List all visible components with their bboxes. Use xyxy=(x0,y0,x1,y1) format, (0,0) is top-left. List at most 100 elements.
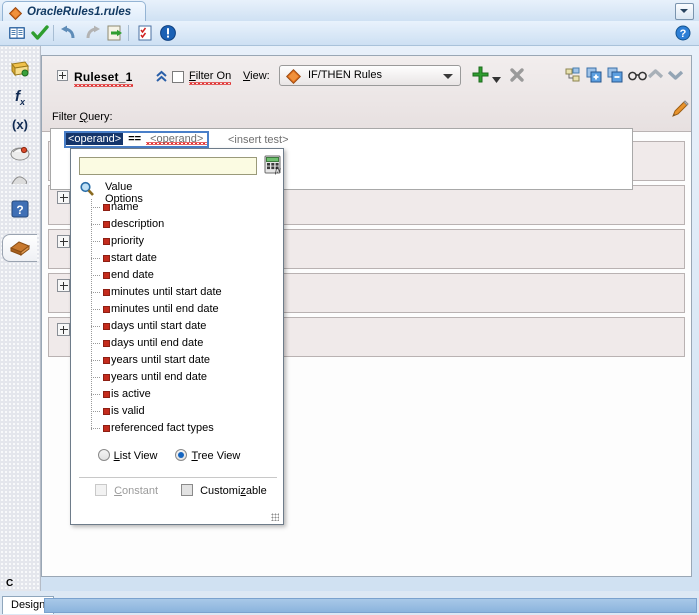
tree-branch-icon xyxy=(91,326,100,327)
filter-on-label: Filter On xyxy=(189,70,232,82)
resize-grip[interactable] xyxy=(271,513,279,521)
rules-diamond-icon xyxy=(285,68,302,87)
tree-item[interactable]: start date xyxy=(79,250,279,267)
property-node-icon xyxy=(103,204,110,211)
tree-item-label: minutes until start date xyxy=(111,286,222,298)
tree-branch-icon xyxy=(91,224,100,225)
ruleset-name: Ruleset_1 xyxy=(74,70,133,84)
tree-item[interactable]: name xyxy=(79,199,279,216)
tree-item[interactable]: minutes until start date xyxy=(79,284,279,301)
list-view-label: List View xyxy=(113,450,158,462)
rule-row-expander[interactable] xyxy=(57,191,70,204)
move-up-button[interactable] xyxy=(647,69,664,91)
dictionary-book-icon[interactable] xyxy=(8,24,26,42)
tree-item[interactable]: years until end date xyxy=(79,369,279,386)
expand-all-button[interactable] xyxy=(586,67,602,89)
tree-branch-icon xyxy=(91,258,100,259)
sidebar-item-rulesets[interactable] xyxy=(2,234,37,262)
tree-item-label: is valid xyxy=(111,405,145,417)
export-icon[interactable] xyxy=(106,24,124,42)
redo-icon[interactable] xyxy=(83,24,101,42)
tree-item-label: minutes until end date xyxy=(111,303,219,315)
ruleset-expander[interactable] xyxy=(57,70,68,84)
tree-item[interactable]: minutes until end date xyxy=(79,301,279,318)
tree-item-label: description xyxy=(111,218,165,230)
tree-item[interactable]: priority xyxy=(79,233,279,250)
property-node-icon xyxy=(103,306,110,313)
constant-checkbox xyxy=(95,484,107,496)
tree-item-label: name xyxy=(111,201,139,213)
rule-row-expander[interactable] xyxy=(57,279,70,292)
property-node-icon xyxy=(103,289,110,296)
pencil-icon[interactable] xyxy=(671,100,689,121)
plus-icon xyxy=(57,70,68,81)
chevron-down-icon xyxy=(443,74,453,79)
document-tab-strip: OracleRules1.rules xyxy=(0,0,699,21)
move-down-button[interactable] xyxy=(667,69,684,91)
links-icon[interactable] xyxy=(9,170,31,192)
tree-item[interactable]: is valid xyxy=(79,403,279,420)
customizable-option[interactable]: Customizable xyxy=(181,484,267,497)
info-icon[interactable] xyxy=(159,24,177,42)
property-node-icon xyxy=(103,408,110,415)
status-marker: C xyxy=(6,578,14,589)
filter-on-checkbox[interactable] xyxy=(172,71,184,83)
plus-icon xyxy=(57,323,70,336)
collapse-all-button[interactable] xyxy=(607,67,623,89)
tree-item-label: start date xyxy=(111,252,157,264)
add-button[interactable] xyxy=(472,66,489,88)
tree-branch-icon xyxy=(91,207,100,208)
document-tab-oraclerules1[interactable]: OracleRules1.rules xyxy=(2,1,147,21)
operand-left[interactable]: <operand> xyxy=(66,133,124,145)
property-node-icon xyxy=(103,425,110,432)
tree-item[interactable]: days until end date xyxy=(79,335,279,352)
insert-test-link[interactable]: <insert test> xyxy=(228,134,289,146)
tree-item[interactable]: years until start date xyxy=(79,352,279,369)
tree-item[interactable]: referenced fact types xyxy=(79,420,279,437)
glasses-button[interactable] xyxy=(628,70,647,92)
decision-functions-icon[interactable]: ? xyxy=(9,198,31,220)
tree-item[interactable]: end date xyxy=(79,267,279,284)
tree-item[interactable]: is active xyxy=(79,386,279,403)
tree-branch-icon xyxy=(91,292,100,293)
help-button[interactable]: ? xyxy=(675,25,691,41)
test-checklist-icon[interactable] xyxy=(136,24,154,42)
popup-divider xyxy=(79,477,277,478)
property-node-icon xyxy=(103,272,110,279)
validate-check-icon[interactable] xyxy=(31,24,49,42)
main-toolbar: ? xyxy=(0,21,699,46)
show-rule-tree-button[interactable] xyxy=(565,67,581,89)
value-options-root[interactable]: Value Options xyxy=(79,181,143,205)
delete-button[interactable] xyxy=(509,67,525,89)
tree-view-label: Tree View xyxy=(191,450,241,462)
tree-item-label: days until start date xyxy=(111,320,207,332)
plus-icon xyxy=(57,191,70,204)
rule-row-expander[interactable] xyxy=(57,235,70,248)
expression-builder-icon[interactable]: fx xyxy=(263,155,283,175)
bucketsets-icon[interactable] xyxy=(9,142,31,164)
property-node-icon xyxy=(103,391,110,398)
add-dropdown-arrow[interactable] xyxy=(492,74,501,96)
collapse-all-icon[interactable] xyxy=(155,70,168,86)
tree-branch-icon xyxy=(91,377,100,378)
tree-branch-icon xyxy=(91,343,100,344)
restore-down-button[interactable] xyxy=(675,3,694,20)
operator[interactable]: == xyxy=(123,133,146,145)
tree-item[interactable]: description xyxy=(79,216,279,233)
status-bar xyxy=(44,598,697,613)
customizable-checkbox[interactable] xyxy=(181,484,193,496)
variables-icon[interactable]: (x) xyxy=(9,114,31,136)
functions-icon[interactable]: fx xyxy=(9,86,31,108)
search-input[interactable] xyxy=(79,157,257,175)
tree-view-radio[interactable] xyxy=(175,449,188,461)
facts-icon[interactable] xyxy=(9,58,31,80)
tree-item[interactable]: days until start date xyxy=(79,318,279,335)
property-node-icon xyxy=(103,340,110,347)
list-view-radio[interactable] xyxy=(97,449,110,461)
tree-branch-icon xyxy=(91,411,100,412)
filter-expression[interactable]: <operand> == <operand> xyxy=(64,131,210,148)
operand-right[interactable]: <operand> xyxy=(146,133,207,145)
undo-icon[interactable] xyxy=(60,24,78,42)
rule-row-expander[interactable] xyxy=(57,323,70,336)
view-dropdown[interactable]: IF/THEN Rules xyxy=(279,65,461,86)
